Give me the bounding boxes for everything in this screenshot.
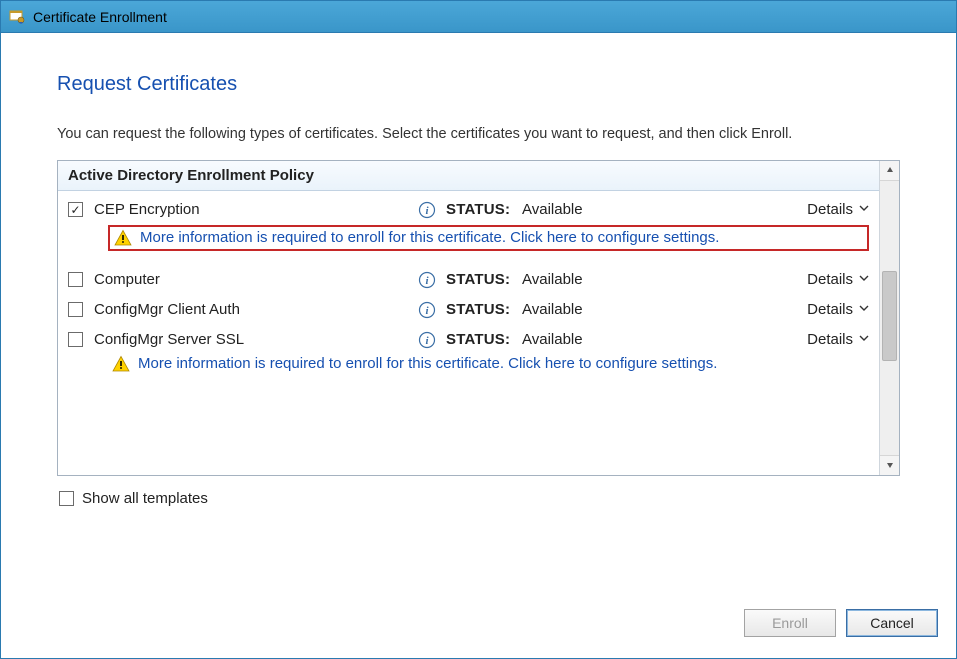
certificate-row: Computer i STATUS:Available Details	[58, 265, 879, 295]
warning-icon	[114, 229, 132, 247]
show-all-templates-checkbox[interactable]	[59, 491, 74, 506]
certificate-row: CEP Encryption i STATUS:Available Details…	[58, 195, 879, 265]
more-info-link[interactable]: More information is required to enroll f…	[138, 355, 717, 372]
scroll-down-button[interactable]	[880, 455, 899, 475]
details-toggle[interactable]: Details	[789, 201, 869, 218]
info-icon: i	[418, 301, 436, 319]
certificate-enrollment-window: Certificate Enrollment Request Certifica…	[0, 0, 957, 659]
content-area: Request Certificates You can request the…	[1, 33, 956, 602]
window-title: Certificate Enrollment	[33, 9, 167, 25]
status-value: Available	[522, 271, 785, 288]
certificate-checkbox[interactable]	[68, 202, 83, 217]
certificate-row-main: ConfigMgr Server SSL i STATUS:Available D…	[68, 331, 869, 349]
details-toggle[interactable]: Details	[789, 271, 869, 288]
cancel-button[interactable]: Cancel	[846, 609, 938, 637]
details-label: Details	[807, 301, 853, 318]
policy-header: Active Directory Enrollment Policy	[58, 161, 879, 191]
chevron-down-icon	[859, 303, 869, 316]
certificate-row-main: ConfigMgr Client Auth i STATUS:Available…	[68, 301, 869, 319]
details-label: Details	[807, 331, 853, 348]
certificate-row-main: Computer i STATUS:Available Details	[68, 271, 869, 289]
scroll-up-button[interactable]	[880, 161, 899, 181]
status-value: Available	[522, 331, 785, 348]
status-label: STATUS:	[446, 301, 518, 318]
status-label: STATUS:	[446, 201, 518, 218]
certificate-name: ConfigMgr Client Auth	[94, 301, 414, 318]
enroll-button[interactable]: Enroll	[744, 609, 836, 637]
policy-panel: Active Directory Enrollment Policy CEP E…	[57, 160, 900, 476]
details-label: Details	[807, 271, 853, 288]
status-value: Available	[522, 201, 785, 218]
certificate-row-main: CEP Encryption i STATUS:Available Details	[68, 201, 869, 219]
more-info-row: More information is required to enroll f…	[108, 225, 869, 251]
chevron-down-icon	[859, 203, 869, 216]
certificate-row: ConfigMgr Server SSL i STATUS:Available D…	[58, 325, 879, 387]
details-toggle[interactable]: Details	[789, 301, 869, 318]
scroll-track[interactable]	[880, 181, 899, 455]
certificate-name: CEP Encryption	[94, 201, 414, 218]
warning-icon	[112, 355, 130, 373]
more-info-row: More information is required to enroll f…	[112, 355, 869, 373]
info-icon: i	[418, 201, 436, 219]
chevron-down-icon	[859, 273, 869, 286]
chevron-down-icon	[859, 333, 869, 346]
show-all-templates-row: Show all templates	[57, 490, 900, 507]
certificate-row: ConfigMgr Client Auth i STATUS:Available…	[58, 295, 879, 325]
certificate-icon	[9, 9, 25, 25]
status-label: STATUS:	[446, 271, 518, 288]
certificate-checkbox[interactable]	[68, 302, 83, 317]
details-label: Details	[807, 201, 853, 218]
vertical-scrollbar[interactable]	[879, 161, 899, 475]
show-all-templates-label: Show all templates	[82, 490, 208, 507]
certificate-name: ConfigMgr Server SSL	[94, 331, 414, 348]
status-value: Available	[522, 301, 785, 318]
dialog-footer: Enroll Cancel	[1, 602, 956, 658]
status-label: STATUS:	[446, 331, 518, 348]
certificate-checkbox[interactable]	[68, 272, 83, 287]
info-icon: i	[418, 331, 436, 349]
instructions-text: You can request the following types of c…	[57, 124, 900, 146]
certificate-list: CEP Encryption i STATUS:AvailableDetails…	[58, 191, 879, 391]
scroll-thumb[interactable]	[882, 271, 897, 361]
titlebar: Certificate Enrollment	[1, 1, 956, 33]
page-heading: Request Certificates	[57, 73, 900, 96]
certificate-name: Computer	[94, 271, 414, 288]
certificate-checkbox[interactable]	[68, 332, 83, 347]
details-toggle[interactable]: Details	[789, 331, 869, 348]
more-info-link[interactable]: More information is required to enroll f…	[140, 229, 719, 246]
info-icon: i	[418, 271, 436, 289]
